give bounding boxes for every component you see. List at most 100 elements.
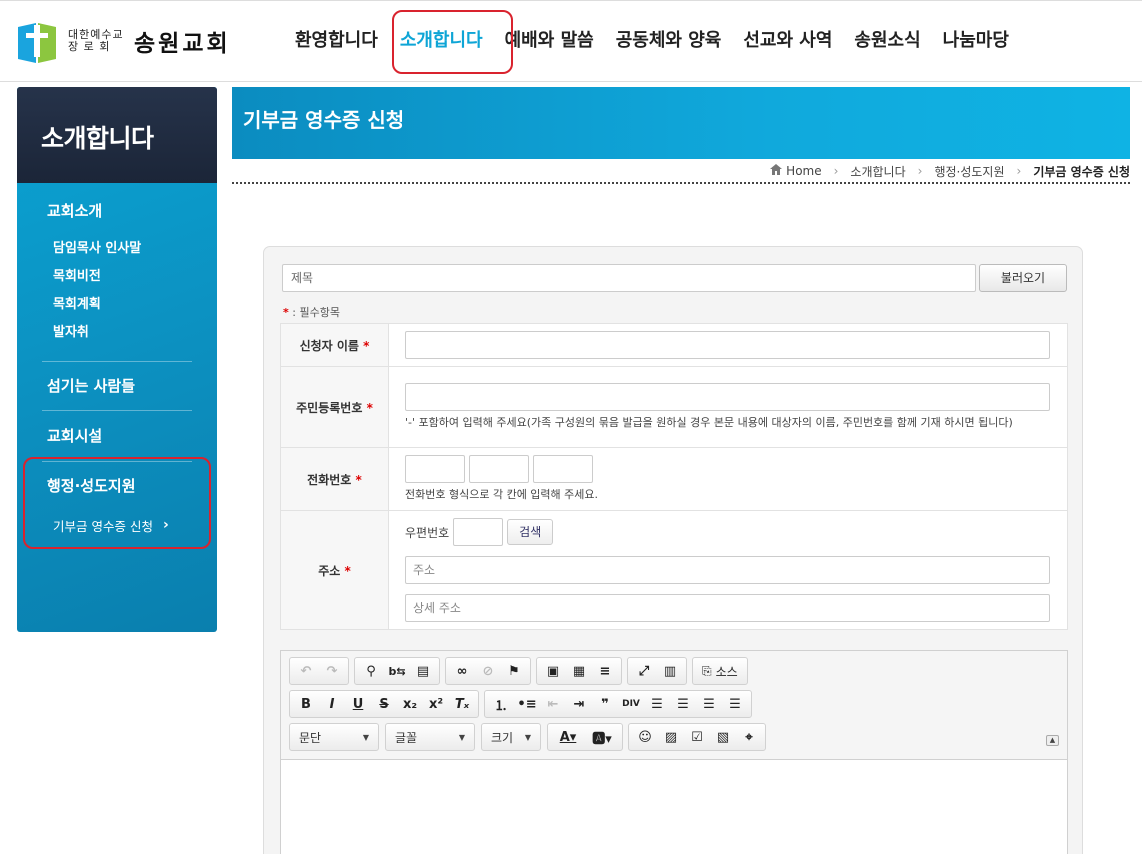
left-sidebar: 소개합니다 교회소개 담임목사 인사말 목회비전 목회계획 발자취 섬기는 사람… [17, 87, 217, 632]
source-label: 소스 [715, 664, 738, 679]
form-table: 신청자 이름 * 주민등록번호 * '-' 포함하여 입력해 주세요(가족 구성… [280, 323, 1068, 630]
phone-input-2[interactable] [469, 455, 529, 483]
toolbar-group: ↶ ↷ [289, 657, 349, 685]
phone-label: 전화번호 * [280, 447, 389, 511]
ssn-label: 주민등록번호 * [280, 366, 389, 448]
anchor-icon[interactable]: ⚑ [501, 659, 527, 683]
italic-icon[interactable]: I [319, 692, 345, 716]
smiley-icon[interactable]: ☺ [632, 725, 658, 749]
collapse-toolbar-icon[interactable]: ▲ [1046, 735, 1059, 746]
breadcrumb-about[interactable]: 소개합니다 [850, 163, 905, 180]
find-icon[interactable]: ⚲ [358, 659, 384, 683]
name-input[interactable] [405, 331, 1050, 359]
font-select[interactable]: 글꼴 ▼ [385, 723, 475, 751]
breadcrumb-underline [232, 182, 1130, 184]
name-label: 신청자 이름 * [280, 323, 389, 367]
address-input[interactable]: 주소 [405, 556, 1050, 584]
sidebar-section-facilities[interactable]: 교회시설 [17, 411, 217, 461]
gallery-icon[interactable]: ▧ [710, 725, 736, 749]
map-icon[interactable]: ⌖ [736, 725, 762, 749]
phone-input-1[interactable] [405, 455, 465, 483]
image2-icon[interactable]: ▨ [658, 725, 684, 749]
site-logo[interactable]: 대한예수교 장 로 회 송원교회 [16, 16, 231, 66]
sidebar-item-history[interactable]: 발자취 [17, 319, 217, 347]
superscript-icon[interactable]: x² [423, 692, 449, 716]
site-header: 대한예수교 장 로 회 송원교회 환영합니다 소개합니다 예배와 말씀 공동체와… [0, 0, 1142, 82]
align-center-icon[interactable]: ☰ [670, 692, 696, 716]
breadcrumb-admin[interactable]: 행정·성도지원 [934, 163, 1004, 180]
zip-input[interactable] [453, 518, 504, 546]
nav-community[interactable]: 공동체와 양육 [605, 0, 733, 82]
bold-icon[interactable]: B [293, 692, 319, 716]
breadcrumb-separator-icon: › [917, 164, 923, 178]
nav-welcome[interactable]: 환영합니다 [284, 0, 389, 82]
address-search-button[interactable]: 검색 [507, 519, 554, 545]
strike-icon[interactable]: S [371, 692, 397, 716]
load-button[interactable]: 불러오기 [979, 264, 1067, 292]
subscript-icon[interactable]: x₂ [397, 692, 423, 716]
hr-icon[interactable]: ≡ [592, 659, 618, 683]
nav-sharing[interactable]: 나눔마당 [932, 0, 1020, 82]
replace-icon[interactable]: b⇆ [384, 659, 410, 683]
breadcrumb-home[interactable]: Home [786, 164, 821, 178]
nav-worship[interactable]: 예배와 말씀 [494, 0, 605, 82]
caret-down-icon: ▼ [524, 732, 531, 742]
image-icon[interactable]: ▣ [540, 659, 566, 683]
sidebar-item-vision[interactable]: 목회비전 [17, 263, 217, 291]
toolbar-group: B I U S x₂ x² Tₓ [289, 690, 479, 718]
phone-input-3[interactable] [533, 455, 593, 483]
nav-news[interactable]: 송원소식 [843, 0, 931, 82]
toolbar-group: A▾ 🅰▾ [547, 723, 623, 751]
paragraph-format-select[interactable]: 문단 ▼ [289, 723, 379, 751]
toolbar-group: ⤢ ▥ [627, 657, 687, 685]
logo-name: 송원교회 [134, 31, 231, 57]
font-size-select[interactable]: 크기 ▼ [481, 723, 541, 751]
numbered-list-icon[interactable]: ⒈ [488, 692, 514, 716]
home-icon[interactable] [770, 164, 783, 178]
source-button[interactable]: ⎘ 소스 [696, 659, 744, 683]
sidebar-section-church-intro[interactable]: 교회소개 [17, 197, 217, 225]
donation-form: 제목 불러오기 * : 필수항목 신청자 이름 * 주민등록번호 * '-' 포… [263, 246, 1083, 854]
remove-format-icon[interactable]: Tₓ [449, 692, 475, 716]
address-detail-input[interactable]: 상세 주소 [405, 594, 1050, 622]
sidebar-item-plan[interactable]: 목회계획 [17, 291, 217, 319]
ssn-input[interactable] [405, 383, 1050, 411]
table-icon[interactable]: ▦ [566, 659, 592, 683]
breadcrumb: Home › 소개합니다 › 행정·성도지원 › 기부금 영수증 신청 [770, 160, 1130, 182]
outdent-icon[interactable]: ⇤ [540, 692, 566, 716]
bg-color-icon[interactable]: 🅰▾ [585, 725, 619, 749]
div-icon[interactable]: DIV [618, 692, 644, 716]
toolbar-row-1: ↶ ↷ ⚲ b⇆ ▤ ∞ ⊘ ⚑ ▣ ▦ ≡ ⤢ ▥ ⎘ 소스 [289, 657, 753, 685]
justify-icon[interactable]: ☰ [722, 692, 748, 716]
title-input[interactable]: 제목 [282, 264, 976, 292]
align-left-icon[interactable]: ☰ [644, 692, 670, 716]
breadcrumb-separator-icon: › [833, 164, 839, 178]
sidebar-title: 소개합니다 [17, 87, 217, 183]
align-right-icon[interactable]: ☰ [696, 692, 722, 716]
editor-content-area[interactable] [281, 759, 1067, 854]
nav-mission[interactable]: 선교와 사역 [732, 0, 843, 82]
toolbar-group: ⎘ 소스 [692, 657, 748, 685]
checkbox-icon[interactable]: ☑ [684, 725, 710, 749]
underline-icon[interactable]: U [345, 692, 371, 716]
sidebar-item-pastor-greeting[interactable]: 담임목사 인사말 [17, 235, 217, 263]
unlink-icon[interactable]: ⊘ [475, 659, 501, 683]
blocks-icon[interactable]: ▥ [657, 659, 683, 683]
sidebar-item-donation-receipt[interactable]: 기부금 영수증 신청 › [17, 510, 217, 540]
ssn-help-text: '-' 포함하여 입력해 주세요(가족 구성원의 묶음 발급을 원하실 경우 본… [405, 416, 1013, 429]
sidebar-section-admin[interactable]: 행정·성도지원 [17, 462, 217, 510]
maximize-icon[interactable]: ⤢ [631, 659, 657, 683]
caret-down-icon: ▼ [362, 732, 369, 742]
blockquote-icon[interactable]: ❞ [592, 692, 618, 716]
link-icon[interactable]: ∞ [449, 659, 475, 683]
nav-about[interactable]: 소개합니다 [389, 0, 494, 82]
paste-icon[interactable]: ▤ [410, 659, 436, 683]
redo-icon[interactable]: ↷ [319, 659, 345, 683]
indent-icon[interactable]: ⇥ [566, 692, 592, 716]
sidebar-section-staff[interactable]: 섬기는 사람들 [17, 362, 217, 410]
bulleted-list-icon[interactable]: •≡ [514, 692, 540, 716]
toolbar-row-3: 문단 ▼ 글꼴 ▼ 크기 ▼ A▾ 🅰▾ ☺ ▨ ☑ ▧ ⌖ [289, 723, 771, 751]
breadcrumb-separator-icon: › [1016, 164, 1022, 178]
undo-icon[interactable]: ↶ [293, 659, 319, 683]
text-color-icon[interactable]: A▾ [551, 725, 585, 749]
